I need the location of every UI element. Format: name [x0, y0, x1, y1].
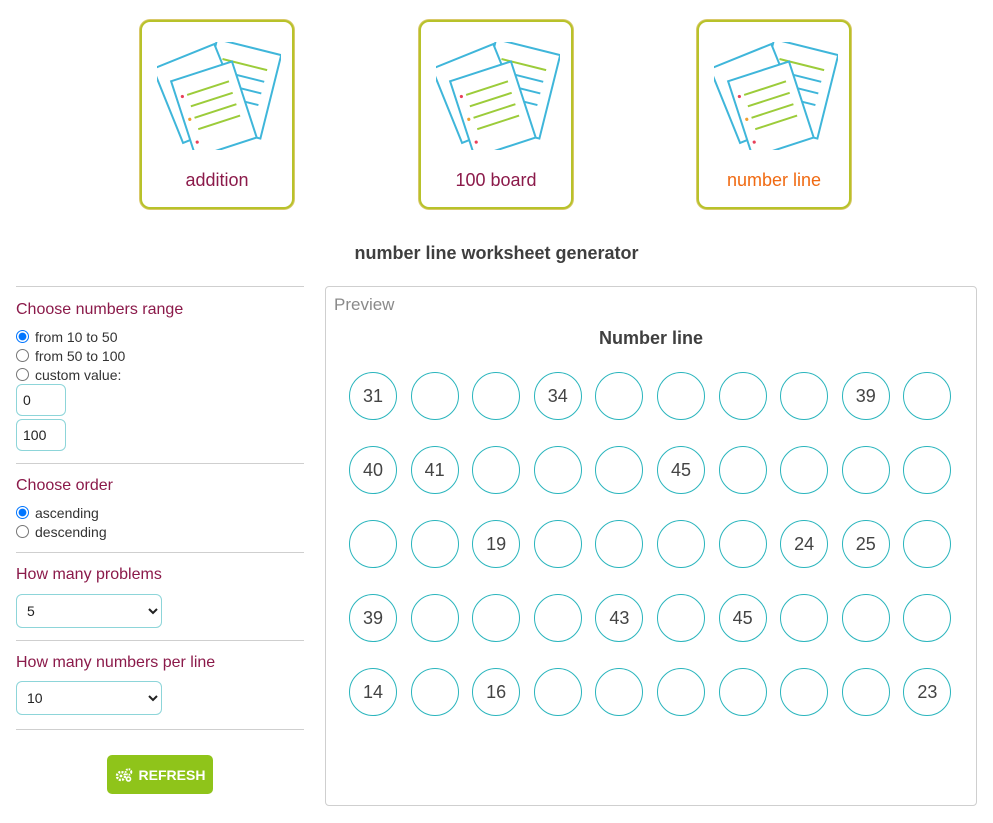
number-cell	[533, 446, 582, 494]
preview-label: Preview	[334, 295, 395, 314]
number-cell	[780, 372, 829, 420]
order-title: Choose order	[16, 477, 113, 494]
number-cell	[657, 594, 705, 642]
order-radio-descending[interactable]	[16, 525, 29, 538]
number-cell	[595, 520, 644, 568]
divider	[16, 640, 304, 641]
card-label: number line	[726, 170, 822, 190]
number-cell	[841, 594, 890, 642]
refresh-button[interactable]: REFRESH	[107, 755, 213, 794]
divider	[16, 729, 304, 730]
number-cell	[841, 668, 890, 716]
worksheet-icon	[714, 42, 838, 150]
number-cell: 16	[472, 668, 521, 716]
number-cell	[657, 520, 705, 568]
number-cell	[472, 446, 521, 494]
order-option-descending[interactable]: descending	[16, 522, 304, 541]
number-cell	[780, 446, 829, 494]
number-cell	[718, 372, 767, 420]
order-option-ascending[interactable]: ascending	[16, 503, 304, 522]
number-cell	[410, 668, 459, 716]
page-title: number line worksheet generator	[354, 243, 639, 263]
number-cell: 45	[718, 594, 767, 642]
number-cell: 40	[349, 446, 397, 494]
number-cell	[841, 446, 890, 494]
problems-select[interactable]: 5	[16, 594, 162, 628]
number-cell	[410, 372, 459, 420]
number-cell	[780, 668, 829, 716]
number-cell	[595, 446, 644, 494]
preview-panel: Preview Number line 31 34 39 40 41 45 19 24 25 39…	[325, 286, 977, 806]
custom-max-input[interactable]	[16, 419, 66, 451]
card-label: 100 board	[455, 170, 537, 190]
number-cell: 39	[349, 594, 397, 642]
range-title: Choose numbers range	[16, 301, 184, 318]
range-option-custom[interactable]: custom value:	[16, 365, 304, 384]
number-cell	[349, 520, 397, 568]
number-cell	[472, 594, 521, 642]
per-line-select[interactable]: 10	[16, 681, 162, 715]
range-radio-50-100[interactable]	[16, 349, 29, 362]
number-cell	[903, 446, 952, 494]
card-number-line[interactable]: number line	[697, 20, 851, 209]
card-100-board[interactable]: 100 board	[419, 20, 573, 209]
number-cell: 14	[349, 668, 397, 716]
worksheet-title: Number line	[598, 328, 704, 348]
gears-icon	[115, 767, 132, 782]
number-cell	[903, 520, 952, 568]
number-cell: 41	[410, 446, 459, 494]
number-cell: 43	[595, 594, 644, 642]
options-sidebar: Choose numbers range from 10 to 50 from …	[16, 286, 304, 730]
divider	[16, 552, 304, 553]
number-cell	[718, 668, 767, 716]
number-cell	[472, 372, 521, 420]
number-cell	[595, 668, 644, 716]
number-cell: 19	[472, 520, 521, 568]
card-label: addition	[185, 170, 249, 190]
worksheet-icon	[157, 42, 281, 150]
number-cell: 34	[533, 372, 582, 420]
per-line-title: How many numbers per line	[16, 654, 216, 671]
number-cell	[780, 594, 829, 642]
number-cell	[718, 520, 767, 568]
card-addition[interactable]: addition	[140, 20, 294, 209]
custom-min-input[interactable]	[16, 384, 66, 416]
worksheet-icon	[436, 42, 560, 150]
problems-title: How many problems	[16, 566, 162, 583]
number-cell: 39	[841, 372, 890, 420]
number-cell	[533, 520, 582, 568]
number-cell	[410, 520, 459, 568]
number-cell	[903, 594, 952, 642]
number-cell: 45	[657, 446, 705, 494]
number-cell: 23	[903, 668, 952, 716]
range-option-10-50[interactable]: from 10 to 50	[16, 327, 304, 346]
range-radio-10-50[interactable]	[16, 330, 29, 343]
number-cell	[533, 668, 582, 716]
range-radio-custom[interactable]	[16, 368, 29, 381]
divider	[16, 463, 304, 464]
number-cell: 31	[349, 372, 397, 420]
number-cell	[718, 446, 767, 494]
order-radio-ascending[interactable]	[16, 506, 29, 519]
number-cell	[595, 372, 644, 420]
number-cell: 25	[841, 520, 890, 568]
number-cell	[657, 372, 705, 420]
number-cell	[903, 372, 952, 420]
number-cell: 24	[780, 520, 829, 568]
range-option-50-100[interactable]: from 50 to 100	[16, 346, 304, 365]
number-cell	[533, 594, 582, 642]
divider	[16, 286, 304, 287]
number-cell	[410, 594, 459, 642]
number-cell	[657, 668, 705, 716]
